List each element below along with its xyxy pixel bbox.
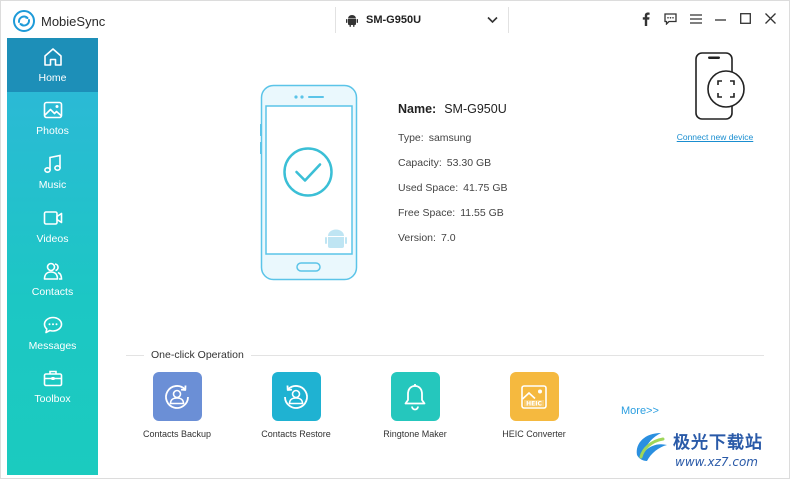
sidebar-item-contacts[interactable]: Contacts	[7, 252, 98, 306]
device-name-label: Name:	[398, 102, 437, 116]
ringtone-maker-label: Ringtone Maker	[383, 429, 447, 439]
messages-icon	[43, 316, 62, 334]
device-type-label: Type:	[398, 132, 424, 144]
sidebar-item-label: Messages	[28, 339, 77, 352]
minimize-button[interactable]	[714, 11, 727, 26]
toolbox-icon	[43, 371, 62, 387]
close-icon	[765, 13, 776, 24]
capacity-value: 53.30 GB	[446, 157, 492, 169]
bell-icon	[404, 383, 426, 410]
contacts-icon	[43, 262, 62, 280]
contacts-restore-label: Contacts Restore	[261, 429, 331, 439]
close-button[interactable]	[764, 11, 777, 26]
contacts-backup-button[interactable]: Contacts Backup	[122, 372, 232, 439]
device-type-value: samsung	[428, 132, 472, 144]
watermark-url: www.xz7.com	[675, 455, 758, 469]
app-window: MobieSync SM-G950U Home Photos Music Vid…	[0, 0, 790, 479]
android-icon	[346, 14, 358, 27]
capacity-row: Capacity: 53.30 GB	[398, 156, 508, 181]
device-name-row: Name: SM-G950U	[398, 102, 508, 131]
heic-converter-tile: HEIC	[509, 372, 559, 421]
free-space-row: Free Space: 11.55 GB	[398, 206, 508, 231]
sidebar-item-label: Home	[38, 71, 67, 84]
selected-device-name: SM-G950U	[366, 14, 422, 26]
sidebar-item-label: Music	[38, 178, 67, 191]
window-controls	[639, 11, 777, 26]
contacts-restore-tile	[271, 372, 321, 421]
one-click-title: One-click Operation	[144, 349, 251, 361]
free-space-value: 11.55 GB	[460, 207, 504, 219]
device-name-value: SM-G950U	[444, 102, 507, 116]
brand: MobieSync	[13, 10, 105, 32]
watermark-logo-icon	[636, 433, 667, 461]
connect-new-device[interactable]: Connect new device	[675, 51, 755, 145]
watermark-text: 极光下载站	[673, 433, 763, 453]
device-info: Name: SM-G950U Type: samsung Capacity: 53.3…	[398, 102, 508, 256]
contacts-restore-icon	[284, 384, 308, 409]
used-space-row: Used Space: 41.75 GB	[398, 181, 508, 206]
music-icon	[43, 154, 61, 173]
sidebar-item-label: Videos	[36, 232, 69, 245]
mobiesync-logo-icon	[13, 10, 35, 32]
heic-converter-label: HEIC Converter	[502, 429, 566, 439]
minimize-icon	[715, 18, 726, 21]
version-row: Version: 7.0	[398, 231, 508, 256]
one-click-operation: One-click Operation	[126, 349, 764, 361]
photo-icon	[43, 102, 62, 119]
home-icon	[43, 47, 62, 66]
watermark: 极光下载站 www.xz7.com	[631, 425, 786, 475]
phone-illustration	[260, 84, 358, 281]
sidebar-item-messages[interactable]: Messages	[7, 306, 98, 360]
version-label: Version:	[398, 232, 436, 244]
sidebar-item-photos[interactable]: Photos	[7, 92, 98, 146]
heic-icon: HEIC	[521, 384, 547, 409]
maximize-icon	[740, 13, 751, 24]
more-operations-link[interactable]: More>>	[621, 405, 659, 417]
maximize-button[interactable]	[739, 11, 752, 26]
facebook-button[interactable]	[639, 11, 652, 26]
chevron-down-icon	[487, 16, 498, 24]
sidebar-item-toolbox[interactable]: Toolbox	[7, 360, 98, 414]
menu-button[interactable]	[689, 11, 702, 26]
contacts-restore-button[interactable]: Contacts Restore	[241, 372, 351, 439]
title-bar: MobieSync SM-G950U	[1, 1, 789, 38]
contacts-backup-label: Contacts Backup	[142, 429, 212, 439]
version-value: 7.0	[440, 232, 456, 244]
connect-device-icon	[695, 52, 745, 120]
video-icon	[43, 210, 62, 225]
sidebar-item-music[interactable]: Music	[7, 145, 98, 199]
sidebar-item-videos[interactable]: Videos	[7, 199, 98, 253]
heic-converter-button[interactable]: HEIC HEIC Converter	[479, 372, 589, 439]
used-space-value: 41.75 GB	[463, 182, 508, 194]
feedback-icon	[664, 12, 677, 25]
sidebar-item-home[interactable]: Home	[7, 38, 98, 92]
feedback-button[interactable]	[664, 11, 677, 26]
sidebar-item-label: Contacts	[31, 286, 74, 299]
device-type-row: Type: samsung	[398, 131, 508, 156]
ringtone-maker-tile	[390, 372, 440, 421]
device-selector[interactable]: SM-G950U	[335, 7, 509, 33]
capacity-label: Capacity:	[398, 157, 442, 169]
used-space-label: Used Space:	[398, 182, 459, 194]
sidebar: Home Photos Music Videos Contacts Messag…	[7, 38, 98, 475]
sidebar-item-label: Photos	[36, 125, 69, 138]
connect-new-device-link[interactable]: Connect new device	[677, 132, 754, 142]
main-panel: Name: SM-G950U Type: samsung Capacity: 53.3…	[98, 38, 789, 475]
menu-icon	[689, 13, 702, 24]
contacts-backup-tile	[152, 372, 202, 421]
sidebar-item-label: Toolbox	[34, 393, 71, 406]
app-name: MobieSync	[41, 13, 106, 29]
facebook-icon	[642, 12, 650, 26]
svg-text:HEIC: HEIC	[526, 400, 542, 407]
free-space-label: Free Space:	[398, 207, 456, 219]
contacts-backup-icon	[165, 384, 189, 409]
ringtone-maker-button[interactable]: Ringtone Maker	[360, 372, 470, 439]
